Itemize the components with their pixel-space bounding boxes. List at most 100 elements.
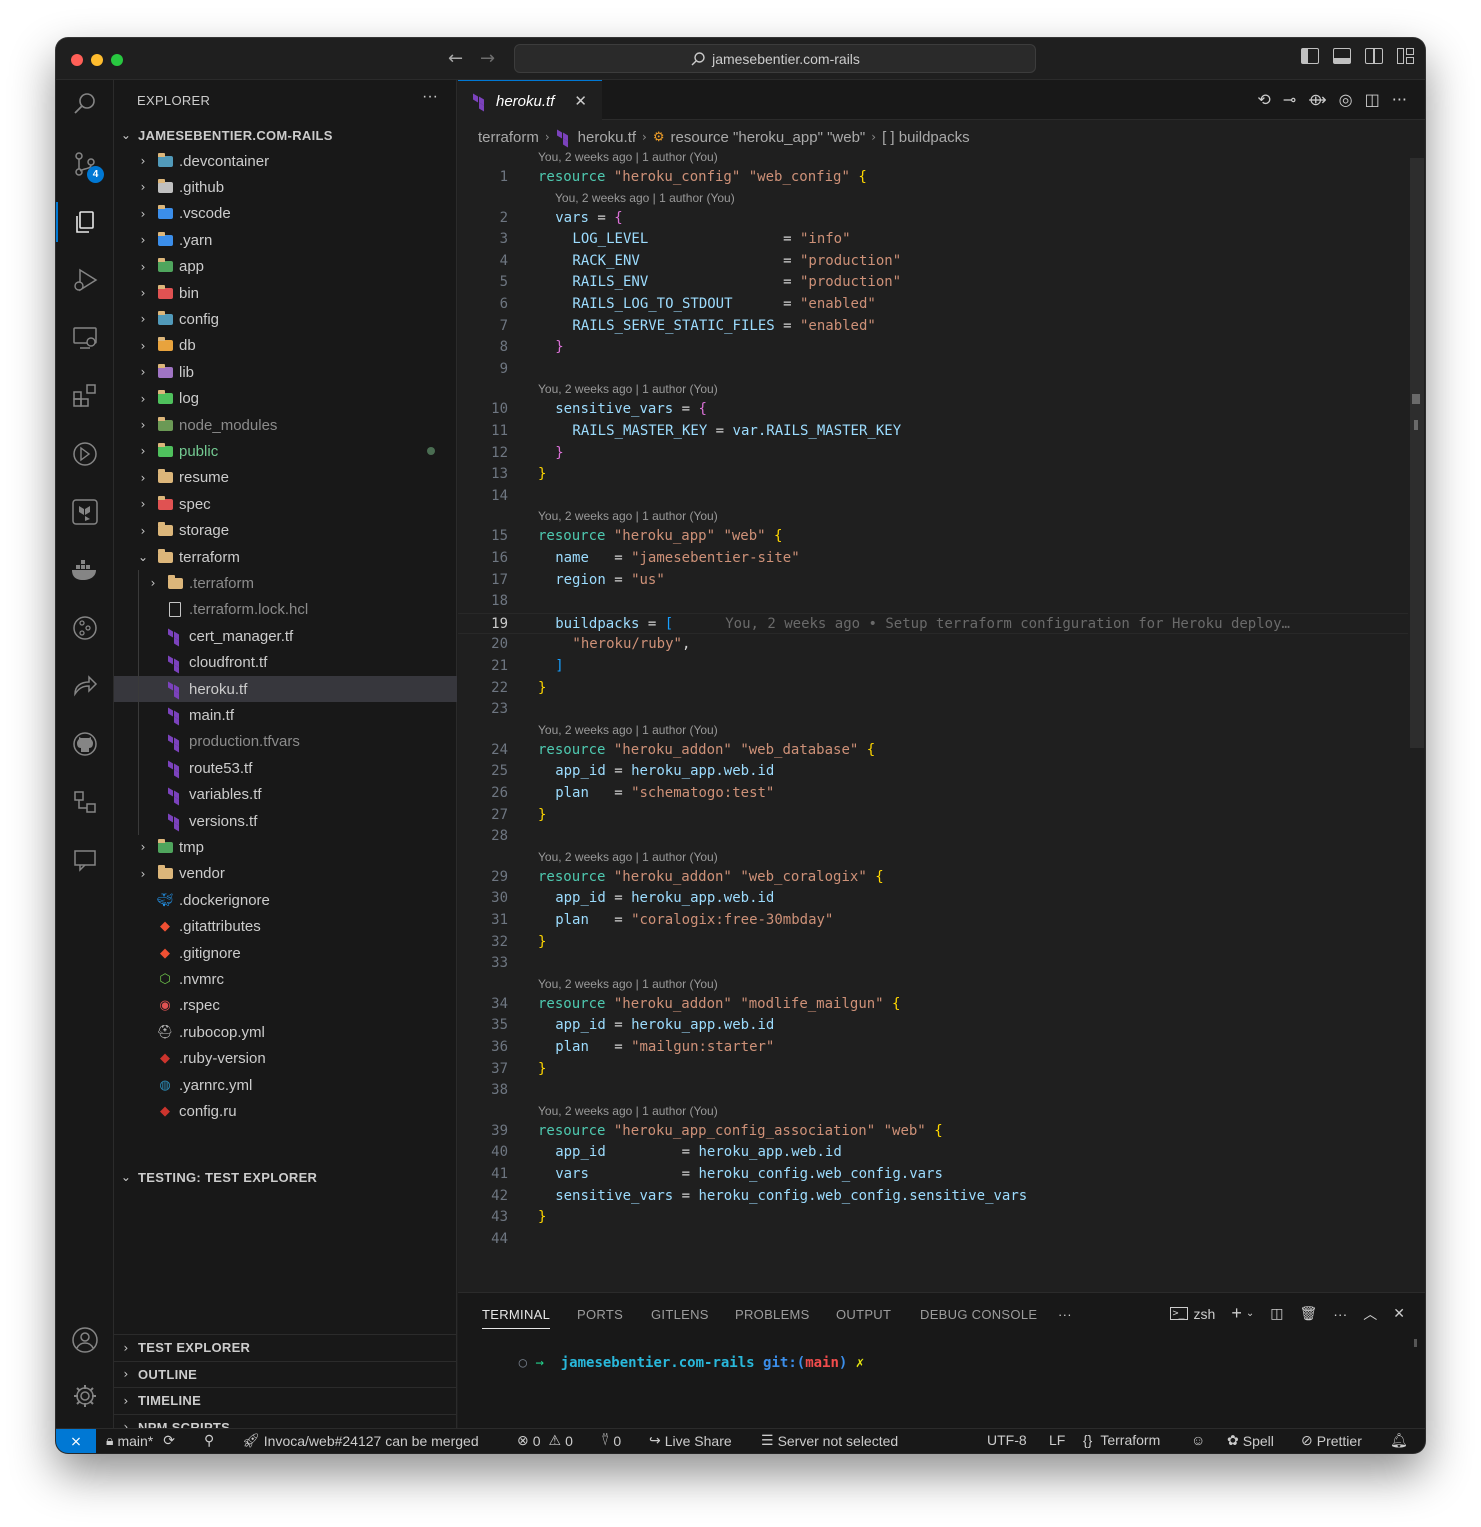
toggle-panel-icon[interactable] xyxy=(1333,48,1351,64)
editor-more-actions-icon[interactable]: ··· xyxy=(1392,90,1407,109)
forward-arrow-icon[interactable]: → xyxy=(480,48,495,69)
tree-item[interactable]: cert_manager.tf xyxy=(114,623,457,651)
prettier-status[interactable]: ⊘ Prettier xyxy=(1301,1432,1362,1449)
tree-item[interactable]: › .github xyxy=(114,174,457,200)
panel-tab-terminal[interactable]: TERMINAL xyxy=(482,1307,551,1329)
code-line[interactable]: 29 resource "heroku_addon" "web_coralogix… xyxy=(458,867,1408,888)
gitlens-graph-status[interactable]: ⚲ xyxy=(204,1432,214,1449)
gitlens-icon[interactable] xyxy=(56,608,114,648)
tree-item[interactable]: › resume xyxy=(114,465,457,491)
code-line[interactable]: 3 LOG_LEVEL = "info" xyxy=(458,229,1408,250)
settings-gear-icon[interactable] xyxy=(56,1376,114,1416)
scrollbar-thumb[interactable] xyxy=(1410,158,1424,748)
codelens-blame[interactable]: You, 2 weeks ago | 1 author (You) xyxy=(538,850,718,866)
remote-explorer-icon[interactable] xyxy=(56,318,114,358)
code-line[interactable]: 34 resource "heroku_addon" "modlife_mailg… xyxy=(458,994,1408,1015)
tree-item[interactable]: › log xyxy=(114,386,457,412)
tree-item[interactable]: heroku.tf xyxy=(114,676,457,703)
code-line[interactable]: 15 resource "heroku_app" "web" { xyxy=(458,526,1408,547)
tree-item[interactable]: › bin xyxy=(114,280,457,306)
gitlens-inspect-icon[interactable]: ◎ xyxy=(1339,90,1353,109)
code-line[interactable]: 24 resource "heroku_addon" "web_database"… xyxy=(458,740,1408,761)
live-share-icon[interactable] xyxy=(56,666,114,706)
code-editor[interactable]: You, 2 weeks ago | 1 author (You) 1 resour… xyxy=(458,148,1408,1288)
tree-item[interactable]: ◆ config.ru xyxy=(114,1098,457,1124)
code-line[interactable]: 40 app_id = heroku_app.web.id xyxy=(458,1142,1408,1163)
code-line[interactable]: 4 RACK_ENV = "production" xyxy=(458,251,1408,272)
terraform-icon[interactable] xyxy=(56,492,114,532)
encoding-status[interactable]: UTF-8 xyxy=(987,1432,1027,1448)
code-line[interactable]: 22} xyxy=(458,678,1408,699)
code-line[interactable]: 16 name = "jamesebentier-site" xyxy=(458,548,1408,569)
code-line[interactable]: 12} xyxy=(458,443,1408,464)
back-arrow-icon[interactable]: ← xyxy=(448,48,463,69)
sidebar-section-header[interactable]: › TEST EXPLORER xyxy=(114,1334,457,1360)
spell-status[interactable]: ✿ Spell xyxy=(1227,1432,1274,1449)
tree-item[interactable]: variables.tf xyxy=(114,781,457,809)
code-line[interactable]: 27} xyxy=(458,805,1408,826)
code-line[interactable]: 19 buildpacks = [You, 2 weeks ago • Setup… xyxy=(458,612,1408,634)
codelens-blame[interactable]: You, 2 weeks ago | 1 author (You) xyxy=(538,150,718,166)
terminal-shell-selector[interactable]: >_ zsh xyxy=(1169,1306,1215,1322)
code-line[interactable]: 14 xyxy=(458,486,1408,507)
sync-icon[interactable]: ⟳ xyxy=(163,1432,175,1449)
testing-icon[interactable] xyxy=(56,434,114,474)
minimize-window-button[interactable] xyxy=(91,54,103,66)
codelens-blame[interactable]: You, 2 weeks ago | 1 author (You) xyxy=(555,191,735,207)
remote-indicator-icon[interactable]: ⨯ xyxy=(56,1429,96,1453)
testing-section-header[interactable]: ⌄ TESTING: TEST EXPLORER xyxy=(114,1164,457,1190)
code-line[interactable]: 20 "heroku/ruby", xyxy=(458,634,1408,655)
code-line[interactable]: 18 xyxy=(458,591,1408,612)
tree-item[interactable]: › .yarn xyxy=(114,227,457,253)
tree-item[interactable]: ◆ .ruby-version xyxy=(114,1046,457,1072)
code-line[interactable]: 25 app_id = heroku_app.web.id xyxy=(458,761,1408,782)
code-line[interactable]: 28 xyxy=(458,826,1408,847)
live-share-status[interactable]: ↪ Live Share xyxy=(649,1432,732,1449)
tree-item[interactable]: ◍ .yarnrc.yml xyxy=(114,1072,457,1098)
code-line[interactable]: 38 xyxy=(458,1080,1408,1101)
code-line[interactable]: 7 RAILS_SERVE_STATIC_FILES = "enabled" xyxy=(458,316,1408,337)
eol-status[interactable]: LF xyxy=(1049,1432,1065,1448)
problems-status[interactable]: ⊗ 0 ⚠ 0 xyxy=(517,1432,573,1449)
breadcrumb-resource[interactable]: resource "heroku_app" "web" xyxy=(671,129,866,146)
breadcrumb-folder[interactable]: terraform xyxy=(478,129,539,146)
sidebar-section-header[interactable]: › OUTLINE xyxy=(114,1360,457,1387)
code-line[interactable]: 26 plan = "schematogo:test" xyxy=(458,783,1408,804)
codelens-blame[interactable]: You, 2 weeks ago | 1 author (You) xyxy=(538,723,718,739)
panel-more-actions-icon[interactable]: ··· xyxy=(1333,1306,1347,1322)
extensions-icon[interactable] xyxy=(56,376,114,416)
notifications-status[interactable]: 🔔︎ xyxy=(1390,1432,1408,1449)
pull-requests-icon[interactable] xyxy=(56,782,114,822)
tree-item[interactable]: .terraform.lock.hcl xyxy=(114,596,457,624)
customize-layout-icon[interactable] xyxy=(1397,48,1415,64)
codelens-blame[interactable]: You, 2 weeks ago | 1 author (You) xyxy=(538,1104,718,1120)
tree-item[interactable]: › vendor xyxy=(114,861,457,887)
code-line[interactable]: 32} xyxy=(458,932,1408,953)
code-line[interactable]: 30 app_id = heroku_app.web.id xyxy=(458,888,1408,909)
code-line[interactable]: 11 RAILS_MASTER_KEY = var.RAILS_MASTER_KE… xyxy=(458,421,1408,442)
tree-item[interactable]: route53.tf xyxy=(114,755,457,783)
tree-item[interactable]: versions.tf xyxy=(114,808,457,835)
code-line[interactable]: 6 RAILS_LOG_TO_STDOUT = "enabled" xyxy=(458,294,1408,315)
code-line[interactable]: 42 sensitive_vars = heroku_config.web_con… xyxy=(458,1186,1408,1207)
code-line[interactable]: 41 vars = heroku_config.web_config.vars xyxy=(458,1164,1408,1185)
tree-item[interactable]: production.tfvars xyxy=(114,728,457,756)
tree-item[interactable]: cloudfront.tf xyxy=(114,649,457,677)
tree-item[interactable]: › app xyxy=(114,254,457,280)
zoom-window-button[interactable] xyxy=(111,54,123,66)
pull-request-status[interactable]: 🚀︎ Invoca/web#24127 can be merged xyxy=(242,1432,479,1449)
code-line[interactable]: 17 region = "us" xyxy=(458,570,1408,591)
split-terminal-icon[interactable]: ◫ xyxy=(1270,1305,1283,1322)
code-line[interactable]: 33 xyxy=(458,953,1408,974)
toggle-secondary-sidebar-icon[interactable] xyxy=(1365,48,1383,64)
terminal-prompt[interactable]: ○ → jamesebentier.com-rails git:(main) ✗ xyxy=(468,1339,865,1387)
new-terminal-icon[interactable]: + xyxy=(1231,1303,1242,1324)
tree-item[interactable]: › lib xyxy=(114,359,457,385)
comments-icon[interactable] xyxy=(56,840,114,880)
code-line[interactable]: 23 xyxy=(458,699,1408,720)
panel-tab-ports[interactable]: PORTS xyxy=(577,1307,623,1328)
tree-item[interactable]: › spec xyxy=(114,491,457,517)
previous-commit-icon[interactable]: ⊸ xyxy=(1283,90,1296,109)
panel-tab-gitlens[interactable]: GITLENS xyxy=(651,1307,709,1328)
kill-terminal-icon[interactable]: 🗑 xyxy=(1299,1305,1317,1322)
